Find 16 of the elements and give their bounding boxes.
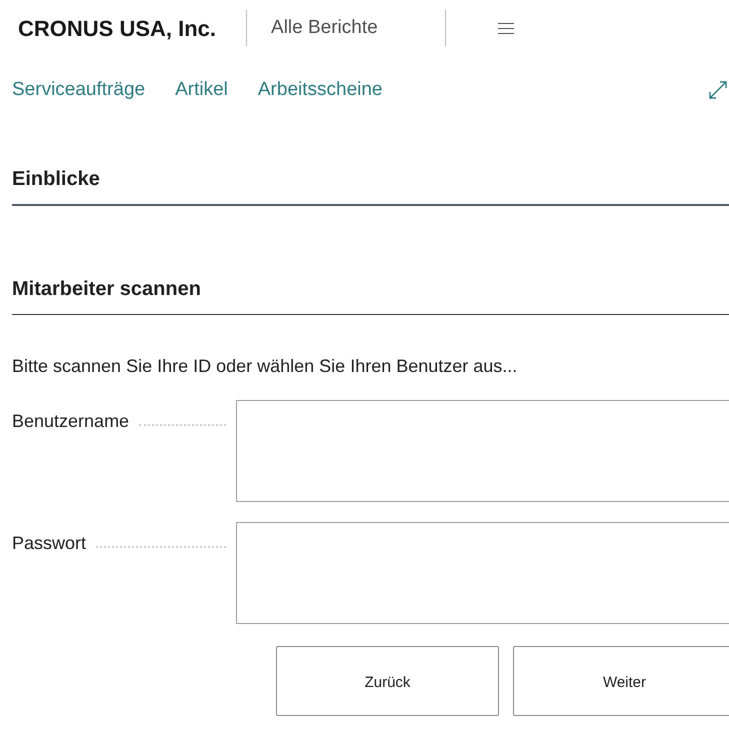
section-heading: Einblicke	[12, 167, 101, 192]
all-reports-link[interactable]: Alle Berichte	[271, 14, 442, 42]
menu-icon[interactable]	[498, 22, 514, 34]
section-heading: Mitarbeiter scannen	[12, 277, 202, 302]
nav-button[interactable]: Zurück	[276, 646, 499, 716]
nav-link[interactable]: Artikel	[175, 76, 228, 104]
field-label: Passwort	[12, 532, 86, 555]
nav-link[interactable]: Arbeitsscheine	[258, 76, 382, 104]
instruction-text: Bitte scannen Sie Ihre ID oder wählen Sie Ihren Benutzer aus...	[12, 355, 518, 378]
input-field[interactable]	[236, 400, 729, 502]
field-label: Benutzername	[12, 410, 130, 433]
nav-link[interactable]: Serviceaufträge	[12, 76, 146, 104]
input-field[interactable]	[236, 522, 729, 624]
nav-button[interactable]: Weiter	[513, 646, 729, 716]
company-name: CRONUS USA, Inc.	[18, 14, 216, 42]
expand-icon[interactable]	[709, 81, 727, 99]
